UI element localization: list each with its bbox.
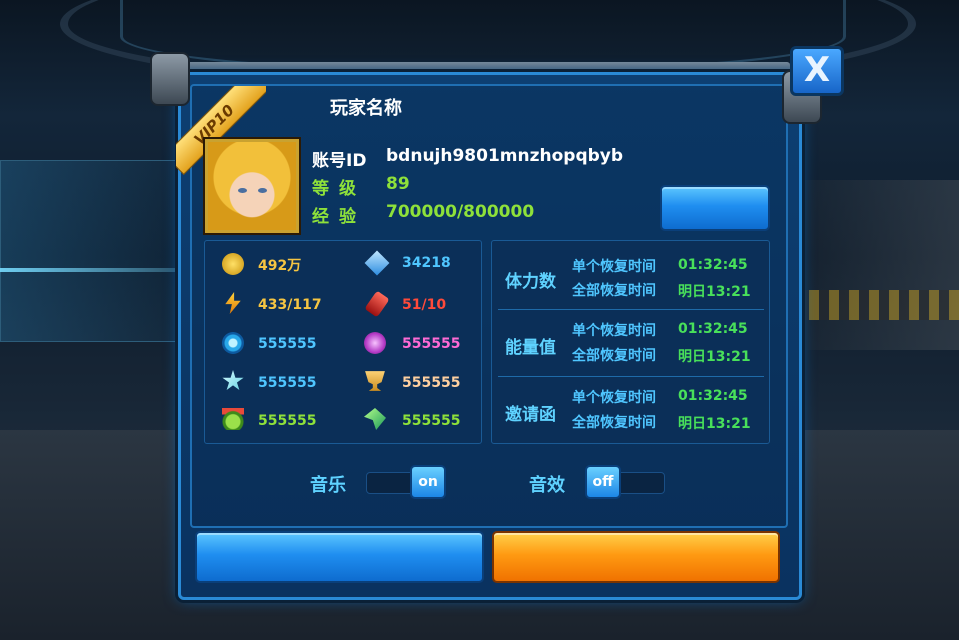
- medal-value: 555555: [258, 413, 317, 429]
- invitation-all-value: 明日13:21: [678, 416, 751, 432]
- energy-all-value: 明日13:21: [678, 349, 751, 365]
- sound-toggle[interactable]: off: [585, 465, 621, 499]
- close-button[interactable]: X: [790, 46, 844, 96]
- avatar-eye-right: [258, 188, 267, 193]
- background-hazard-stripe: [789, 290, 959, 320]
- bottom-right-button[interactable]: [492, 531, 780, 583]
- avatar[interactable]: [205, 139, 299, 233]
- music-toggle[interactable]: on: [410, 465, 446, 499]
- stamina-single-value: 01:32:45: [678, 257, 748, 273]
- invitation-label: 邀请函: [505, 405, 556, 425]
- avatar-eye-left: [238, 188, 247, 193]
- crystal-icon: [364, 332, 386, 354]
- gear-value: 555555: [258, 336, 317, 352]
- level-value: 89: [386, 174, 410, 194]
- account-id-label: 账号ID: [312, 151, 367, 171]
- stamina-all-label: 全部恢复时间: [572, 283, 656, 299]
- potion-value: 51/10: [402, 297, 447, 313]
- diamond-value: 34218: [402, 255, 451, 271]
- crystal-value: 555555: [402, 336, 461, 352]
- stamina-label: 体力数: [505, 272, 556, 292]
- stamina-single-label: 单个恢复时间: [572, 259, 656, 275]
- energy-single-label: 单个恢复时间: [572, 323, 656, 339]
- exp-label: 经验: [312, 207, 366, 227]
- invitation-single-label: 单个恢复时间: [572, 390, 656, 406]
- timer-divider: [498, 376, 764, 377]
- gear-icon: [222, 332, 244, 354]
- music-label: 音乐: [310, 475, 346, 496]
- invitation-single-value: 01:32:45: [678, 388, 748, 404]
- exp-value: 700000/800000: [386, 202, 535, 222]
- gold-coin-icon: [222, 253, 244, 275]
- invitation-all-label: 全部恢复时间: [572, 415, 656, 431]
- energy-single-value: 01:32:45: [678, 321, 748, 337]
- player-name-title: 玩家名称: [330, 98, 402, 119]
- sound-label: 音效: [529, 475, 565, 496]
- medal-icon: [222, 408, 244, 430]
- profile-action-button[interactable]: [660, 185, 770, 231]
- level-label: 等级: [312, 179, 366, 199]
- leaf-value: 555555: [402, 413, 461, 429]
- timer-divider: [498, 309, 764, 310]
- energy-value: 433/117: [258, 297, 322, 313]
- energy-timer-label: 能量值: [505, 338, 556, 358]
- trophy-value: 555555: [402, 375, 461, 391]
- close-icon: X: [803, 50, 831, 90]
- energy-all-label: 全部恢复时间: [572, 348, 656, 364]
- stamina-all-value: 明日13:21: [678, 284, 751, 300]
- gold-value: 492万: [258, 258, 302, 274]
- background-left-screen: [0, 160, 192, 342]
- account-id-value: bdnujh9801mnzhopqbyb: [386, 146, 624, 166]
- background-right-wall: [787, 180, 959, 350]
- bottom-left-button[interactable]: [195, 531, 484, 583]
- star-value: 555555: [258, 375, 317, 391]
